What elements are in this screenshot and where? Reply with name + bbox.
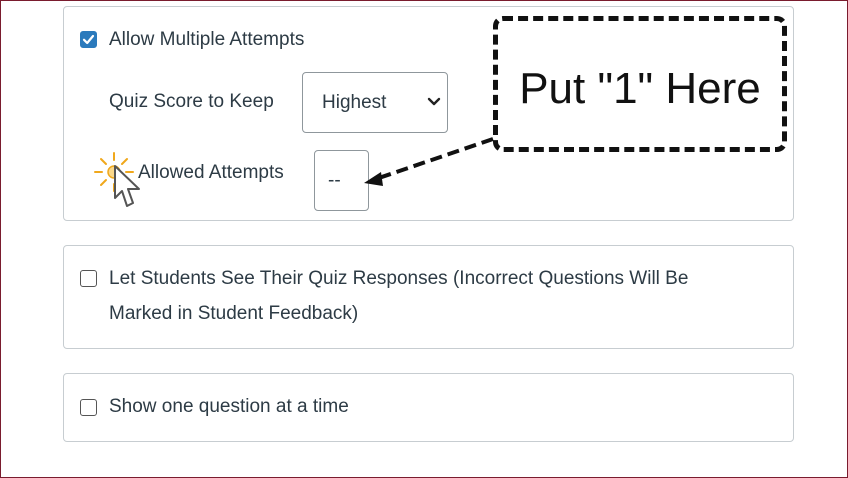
arrow-icon: [364, 137, 494, 186]
annotation-overlay: [94, 137, 494, 207]
